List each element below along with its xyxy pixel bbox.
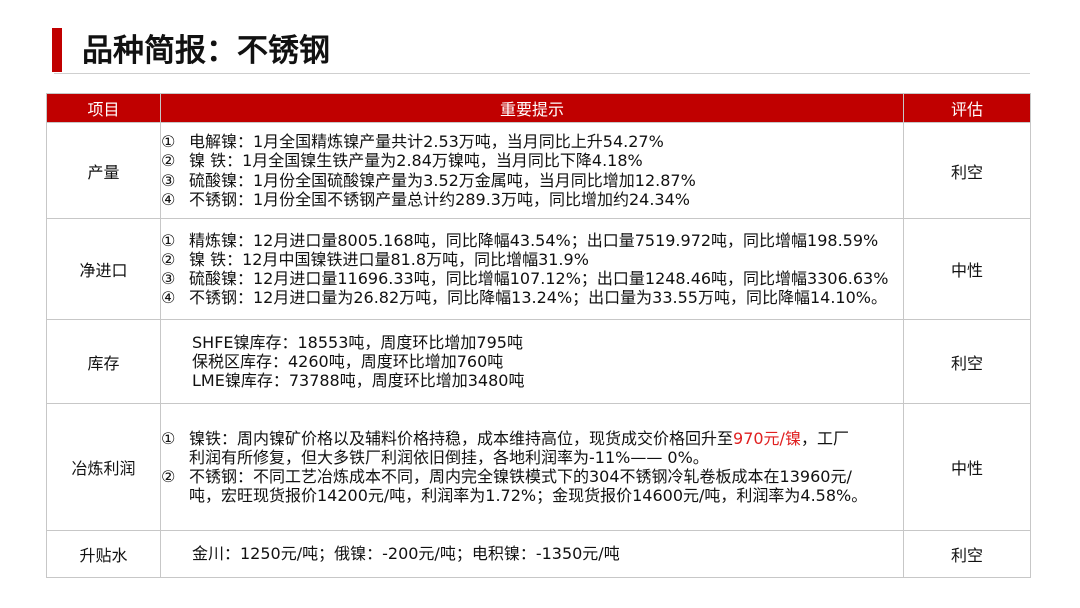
tip-text: 镍铁：周内镍矿价格以及辅料价格持稳，成本维持高位，现货成交价格回升至	[189, 428, 734, 448]
title-accent-bar	[52, 28, 62, 72]
tip-line: ③ 硫酸镍：1月份全国硫酸镍产量为3.52万金属吨，当月同比增加12.87%	[161, 171, 903, 190]
tip-number: ④	[161, 288, 176, 308]
row-tips: SHFE镍库存：18553吨，周度环比增加795吨 保税区库存：4260吨，周度…	[160, 319, 904, 404]
table-row-net-import: 净进口 ① 精炼镍：12月进口量8005.168吨，同比降幅43.54%；出口量7…	[46, 218, 1031, 320]
table-header-row: 项目 重要提示 评估	[46, 93, 1031, 123]
tip-line: 保税区库存：4260吨，周度环比增加760吨	[192, 351, 504, 371]
tip-text: 硫酸镍：1月份全国硫酸镍产量为3.52万金属吨，当月同比增加12.87%	[189, 170, 696, 190]
row-tips: ① 精炼镍：12月进口量8005.168吨，同比降幅43.54%；出口量7519.…	[160, 218, 904, 320]
tip-line: ② 镍 铁：1月全国镍生铁产量为2.84万镍吨，当月同比下降4.18%	[161, 151, 903, 170]
tip-text: 不锈钢：12月进口量为26.82万吨，同比降幅13.24%；出口量为33.55万…	[189, 288, 887, 308]
table-row-smelting-profit: 冶炼利润 ① 镍铁：周内镍矿价格以及辅料价格持稳，成本维持高位，现货成交价格回升至…	[46, 403, 1031, 531]
tip-line: ② 不锈钢：不同工艺冶炼成本不同，周内完全镍铁模式下的304不锈钢冷轧卷板成本在1…	[161, 467, 903, 486]
tip-line: ④ 不锈钢：12月进口量为26.82万吨，同比降幅13.24%；出口量为33.55…	[161, 288, 903, 307]
row-tips: 金川：1250元/吨；俄镍：-200元/吨；电积镍：-1350元/吨	[160, 530, 904, 578]
tip-text: ，工厂	[800, 428, 849, 448]
table-row-production: 产量 ① 电解镍：1月全国精炼镍产量共计2.53万吨，当月同比上升54.27% ②…	[46, 122, 1031, 219]
tip-text: 不锈钢：1月份全国不锈钢产量总计约289.3万吨，同比增加约24.34%	[189, 189, 690, 209]
row-eval: 利空	[903, 122, 1031, 219]
highlight-price: 970元/镍	[733, 428, 801, 448]
table-row-premium: 升贴水 金川：1250元/吨；俄镍：-200元/吨；电积镍：-1350元/吨 利…	[46, 530, 1031, 578]
tip-line: ④ 不锈钢：1月份全国不锈钢产量总计约289.3万吨，同比增加约24.34%	[161, 190, 903, 209]
header-tips: 重要提示	[160, 93, 904, 123]
tip-line: 金川：1250元/吨；俄镍：-200元/吨；电积镍：-1350元/吨	[192, 544, 620, 564]
tip-text: 精炼镍：12月进口量8005.168吨，同比降幅43.54%；出口量7519.9…	[189, 230, 879, 250]
title-divider	[54, 73, 1030, 74]
page-title: 品种简报：不锈钢	[82, 33, 330, 69]
tip-text: 电解镍：1月全国精炼镍产量共计2.53万吨，当月同比上升54.27%	[189, 132, 664, 152]
row-tips: ① 镍铁：周内镍矿价格以及辅料价格持稳，成本维持高位，现货成交价格回升至970元/…	[160, 403, 904, 531]
tip-number: ③	[161, 269, 176, 288]
tip-text: 硫酸镍：12月进口量11696.33吨，同比增幅107.12%；出口量1248.…	[189, 269, 889, 288]
tip-line: SHFE镍库存：18553吨，周度环比增加795吨	[192, 332, 523, 352]
tip-number: ③	[161, 170, 176, 190]
tip-line-continued: 吨，宏旺现货报价14200元/吨，利润率为1.72%；金现货报价14600元/吨…	[189, 486, 868, 506]
tip-number: ④	[161, 189, 176, 209]
tip-line: ③ 硫酸镍：12月进口量11696.33吨，同比增幅107.12%；出口量1248…	[161, 269, 903, 288]
row-eval: 利空	[903, 530, 1031, 578]
tip-text: 镍 铁：12月中国镍铁进口量81.8万吨，同比增幅31.9%	[189, 249, 589, 269]
tip-text: 不锈钢：不同工艺冶炼成本不同，周内完全镍铁模式下的304不锈钢冷轧卷板成本在13…	[189, 467, 852, 486]
tip-line-continued: 利润有所修复，但大多铁厂利润依旧倒挂，各地利润率为-11%—— 0%。	[189, 447, 709, 467]
tip-number: ②	[161, 249, 176, 269]
row-eval: 中性	[903, 218, 1031, 320]
table-row-inventory: 库存 SHFE镍库存：18553吨，周度环比增加795吨 保税区库存：4260吨…	[46, 319, 1031, 404]
tip-number: ①	[161, 132, 176, 152]
row-item-label: 库存	[46, 319, 161, 404]
tip-line: ② 镍 铁：12月中国镍铁进口量81.8万吨，同比增幅31.9%	[161, 250, 903, 269]
tip-number: ①	[161, 230, 176, 250]
briefing-table: 项目 重要提示 评估 产量 ① 电解镍：1月全国精炼镍产量共计2.53万吨，当月同…	[46, 93, 1031, 578]
row-tips: ① 电解镍：1月全国精炼镍产量共计2.53万吨，当月同比上升54.27% ② 镍 铁…	[160, 122, 904, 219]
tip-number: ②	[161, 151, 176, 171]
row-eval: 利空	[903, 319, 1031, 404]
row-eval: 中性	[903, 403, 1031, 531]
tip-line: ① 电解镍：1月全国精炼镍产量共计2.53万吨，当月同比上升54.27%	[161, 132, 903, 151]
row-item-label: 净进口	[46, 218, 161, 320]
row-item-label: 冶炼利润	[46, 403, 161, 531]
tip-number: ②	[161, 467, 176, 486]
tip-number: ①	[161, 428, 176, 448]
header-item: 项目	[46, 93, 161, 123]
tip-line: LME镍库存：73788吨，周度环比增加3480吨	[192, 371, 525, 391]
tip-line: ① 精炼镍：12月进口量8005.168吨，同比降幅43.54%；出口量7519.…	[161, 231, 903, 250]
header-eval: 评估	[903, 93, 1031, 123]
row-item-label: 升贴水	[46, 530, 161, 578]
tip-text: 镍 铁：1月全国镍生铁产量为2.84万镍吨，当月同比下降4.18%	[189, 151, 643, 171]
tip-line: ① 镍铁：周内镍矿价格以及辅料价格持稳，成本维持高位，现货成交价格回升至970元/…	[161, 429, 903, 448]
row-item-label: 产量	[46, 122, 161, 219]
